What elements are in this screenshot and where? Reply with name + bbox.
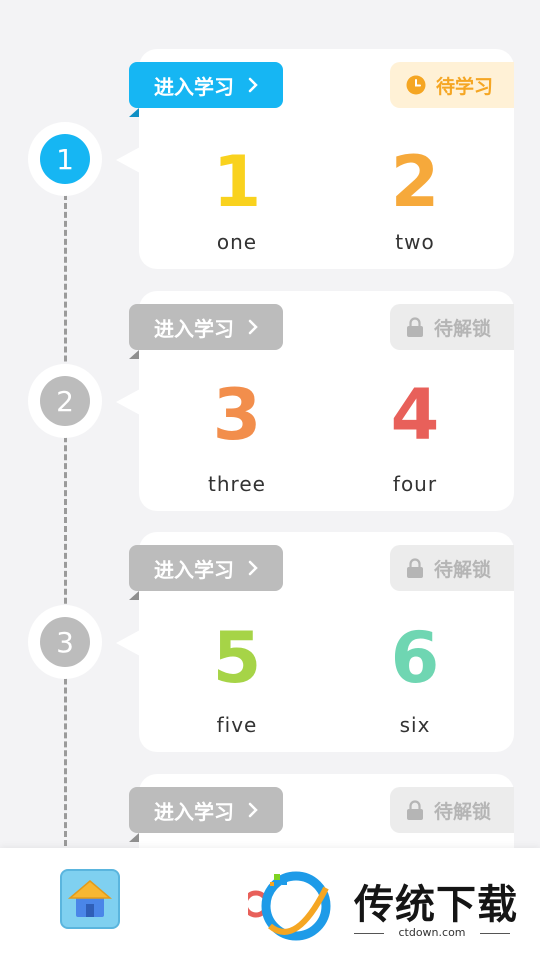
watermark-title: 传统下载: [354, 882, 518, 928]
digit: 6: [390, 617, 440, 699]
word: three: [208, 472, 266, 496]
word: six: [399, 713, 431, 737]
step-node-1: 1: [28, 122, 102, 196]
clock-icon: [406, 75, 426, 95]
card-pointer: [116, 389, 140, 415]
enter-study-label: 进入学习: [154, 799, 234, 824]
status-badge: 待解锁: [390, 304, 514, 350]
chevron-right-icon: [248, 319, 258, 335]
enter-study-button[interactable]: 进入学习: [129, 545, 283, 600]
digit: 3: [212, 374, 262, 456]
status-badge: 待解锁: [390, 545, 514, 591]
enter-study-button[interactable]: 进入学习: [129, 62, 283, 117]
word: four: [392, 472, 438, 496]
brand-logo-icon: [248, 871, 331, 941]
card-pointer: [116, 630, 140, 656]
step-node-3: 3: [28, 605, 102, 679]
enter-study-button[interactable]: 进入学习: [129, 304, 283, 359]
word: two: [395, 230, 435, 254]
digit: 5: [212, 617, 262, 699]
step-node-2: 2: [28, 364, 102, 438]
chevron-right-icon: [248, 802, 258, 818]
enter-study-label: 进入学习: [154, 74, 234, 99]
card-pointer: [116, 147, 140, 173]
lock-icon: [407, 800, 423, 820]
status-label: 待解锁: [434, 558, 492, 581]
watermark-url: ctdown.com: [354, 926, 510, 939]
step-number: 1: [40, 134, 90, 184]
status-label: 待解锁: [434, 800, 492, 823]
digit: 1: [212, 141, 262, 223]
word: one: [216, 230, 258, 254]
status-badge: 待学习: [390, 62, 514, 108]
chevron-right-icon: [248, 560, 258, 576]
digit: 2: [390, 141, 440, 223]
digit: 4: [390, 374, 440, 456]
watermark-logo: 传统下载 ctdown.com: [248, 866, 532, 956]
status-label: 待解锁: [434, 317, 492, 340]
lock-icon: [407, 317, 423, 337]
house-icon: [67, 880, 113, 917]
step-number: 2: [40, 376, 90, 426]
lock-icon: [407, 558, 423, 578]
enter-study-label: 进入学习: [154, 316, 234, 341]
home-button[interactable]: [60, 869, 120, 929]
bottom-bar: 传统下载 ctdown.com: [0, 848, 540, 960]
chevron-right-icon: [248, 77, 258, 93]
enter-study-button[interactable]: 进入学习: [129, 787, 283, 842]
status-badge: 待解锁: [390, 787, 514, 833]
status-label: 待学习: [436, 75, 494, 98]
word: five: [216, 713, 258, 737]
enter-study-label: 进入学习: [154, 557, 234, 582]
timeline-line: [64, 185, 67, 855]
step-number: 3: [40, 617, 90, 667]
